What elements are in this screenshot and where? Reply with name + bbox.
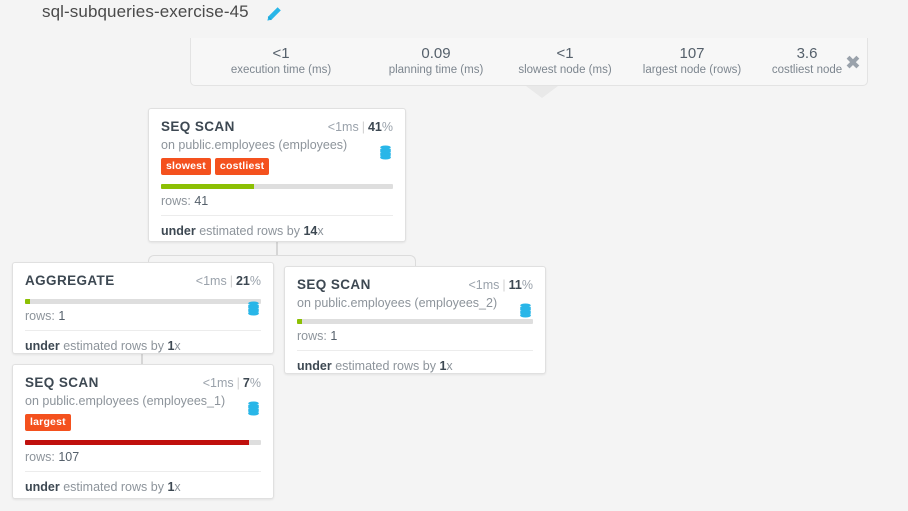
node-percent-symbol: % bbox=[381, 120, 393, 134]
rows-label: rows: bbox=[161, 194, 191, 208]
node-header: SEQ SCAN <1ms | 41% bbox=[161, 119, 393, 134]
stat-label: largest node (rows) bbox=[642, 64, 742, 76]
stat-value: <1 bbox=[556, 45, 574, 62]
node-percent-symbol: % bbox=[521, 278, 533, 292]
node-metrics: <1ms | 21% bbox=[196, 274, 261, 288]
estimate-text: estimated rows by bbox=[63, 480, 164, 494]
node-metrics: <1ms | 7% bbox=[203, 376, 261, 390]
rows-value: 41 bbox=[194, 194, 209, 208]
node-subtitle: on public.employees (employees_2) bbox=[297, 296, 498, 310]
stat-value: <1 bbox=[272, 45, 290, 62]
estimate-suffix: x bbox=[446, 359, 453, 373]
node-estimate: under estimated rows by 1x bbox=[25, 472, 261, 503]
estimate-text: estimated rows by bbox=[335, 359, 436, 373]
rows-label: rows: bbox=[25, 309, 55, 323]
node-header: SEQ SCAN <1ms | 7% bbox=[25, 375, 261, 390]
database-icon bbox=[246, 401, 261, 416]
database-icon bbox=[246, 301, 261, 316]
node-percent: 11 bbox=[508, 278, 522, 292]
stats-caret-icon bbox=[526, 86, 558, 98]
node-percent: 7 bbox=[242, 376, 250, 390]
estimate-suffix: x bbox=[174, 339, 181, 353]
plan-node-seq-scan-employees[interactable]: SEQ SCAN <1ms | 41% on public.employees (e… bbox=[148, 108, 406, 242]
stat-label: planning time (ms) bbox=[388, 64, 484, 76]
stat-slowest-node: <1 slowest node (ms) bbox=[501, 45, 629, 78]
database-icon bbox=[518, 303, 533, 318]
estimate-text: estimated rows by bbox=[63, 339, 164, 353]
rows-value: 1 bbox=[330, 329, 338, 343]
estimate-suffix: x bbox=[317, 224, 324, 238]
node-rows: rows: 1 bbox=[297, 324, 533, 351]
plan-stats-bar: <1 execution time (ms) 0.09 planning tim… bbox=[190, 38, 868, 86]
pencil-icon[interactable] bbox=[266, 6, 282, 22]
node-rows: rows: 41 bbox=[161, 189, 393, 216]
stat-execution-time: <1 execution time (ms) bbox=[191, 45, 371, 78]
node-type-label: SEQ SCAN bbox=[297, 277, 371, 292]
rows-label: rows: bbox=[25, 450, 55, 464]
node-type-label: AGGREGATE bbox=[25, 273, 115, 288]
node-percent: 21 bbox=[235, 274, 250, 288]
node-rows: rows: 107 bbox=[25, 445, 261, 472]
node-metrics: <1ms | 11% bbox=[468, 278, 533, 292]
node-header: AGGREGATE <1ms | 21% bbox=[25, 273, 261, 288]
database-icon bbox=[378, 145, 393, 160]
metric-separator: | bbox=[229, 274, 233, 288]
badge-largest: largest bbox=[25, 414, 71, 431]
plan-visualizer: sql-subqueries-exercise-45 <1 execution … bbox=[0, 0, 908, 511]
plan-node-seq-scan-employees-2[interactable]: SEQ SCAN <1ms | 11% on public.employees (e… bbox=[284, 266, 546, 374]
node-estimate: under estimated rows by 14x bbox=[161, 216, 393, 247]
metric-separator: | bbox=[502, 278, 506, 292]
metric-separator: | bbox=[361, 120, 365, 134]
node-rows: rows: 1 bbox=[25, 304, 261, 331]
stat-value: 0.09 bbox=[421, 45, 451, 62]
node-header: SEQ SCAN <1ms | 11% bbox=[297, 277, 533, 292]
estimate-prefix: under bbox=[25, 339, 60, 353]
stat-value: 107 bbox=[679, 45, 705, 62]
close-icon[interactable]: ✖ bbox=[845, 54, 861, 73]
stat-label: slowest node (ms) bbox=[518, 64, 612, 76]
node-subtitle: on public.employees (employees) bbox=[161, 138, 348, 152]
page-title: sql-subqueries-exercise-45 bbox=[42, 2, 249, 21]
node-time: <1ms bbox=[327, 120, 359, 134]
node-metrics: <1ms | 41% bbox=[328, 120, 393, 134]
node-estimate: under estimated rows by 1x bbox=[25, 331, 261, 362]
stat-label: costliest node bbox=[771, 64, 843, 76]
node-estimate: under estimated rows by 1x bbox=[297, 351, 533, 382]
rows-value: 1 bbox=[58, 309, 66, 323]
node-percent: 41 bbox=[367, 120, 382, 134]
metric-separator: | bbox=[236, 376, 240, 390]
estimate-text: estimated rows by bbox=[199, 224, 300, 238]
stat-value: 3.6 bbox=[796, 45, 818, 62]
estimate-prefix: under bbox=[297, 359, 332, 373]
node-time: <1ms bbox=[195, 274, 227, 288]
plan-node-seq-scan-employees-1[interactable]: SEQ SCAN <1ms | 7% on public.employees (em… bbox=[12, 364, 274, 499]
node-type-label: SEQ SCAN bbox=[161, 119, 235, 134]
estimate-factor: 14 bbox=[303, 224, 318, 238]
node-subtitle: on public.employees (employees_1) bbox=[25, 394, 226, 408]
stat-costliest-node: 3.6 costliest node bbox=[755, 45, 859, 78]
estimate-prefix: under bbox=[161, 224, 196, 238]
node-badges: largest bbox=[25, 414, 261, 431]
badge-slowest: slowest bbox=[161, 158, 211, 175]
rows-label: rows: bbox=[297, 329, 327, 343]
rows-value: 107 bbox=[58, 450, 80, 464]
badge-costliest: costliest bbox=[214, 158, 270, 175]
node-time: <1ms bbox=[202, 376, 234, 390]
stat-largest-node: 107 largest node (rows) bbox=[629, 45, 755, 78]
estimate-suffix: x bbox=[174, 480, 181, 494]
plan-node-aggregate[interactable]: AGGREGATE <1ms | 21% rows: 1 under estim… bbox=[12, 262, 274, 354]
node-percent-symbol: % bbox=[249, 376, 261, 390]
estimate-prefix: under bbox=[25, 480, 60, 494]
stat-planning-time: 0.09 planning time (ms) bbox=[371, 45, 501, 78]
node-badges: slowest costliest bbox=[161, 158, 393, 175]
node-time: <1ms bbox=[468, 278, 500, 292]
node-type-label: SEQ SCAN bbox=[25, 375, 99, 390]
stat-label: execution time (ms) bbox=[230, 64, 332, 76]
node-percent-symbol: % bbox=[249, 274, 261, 288]
